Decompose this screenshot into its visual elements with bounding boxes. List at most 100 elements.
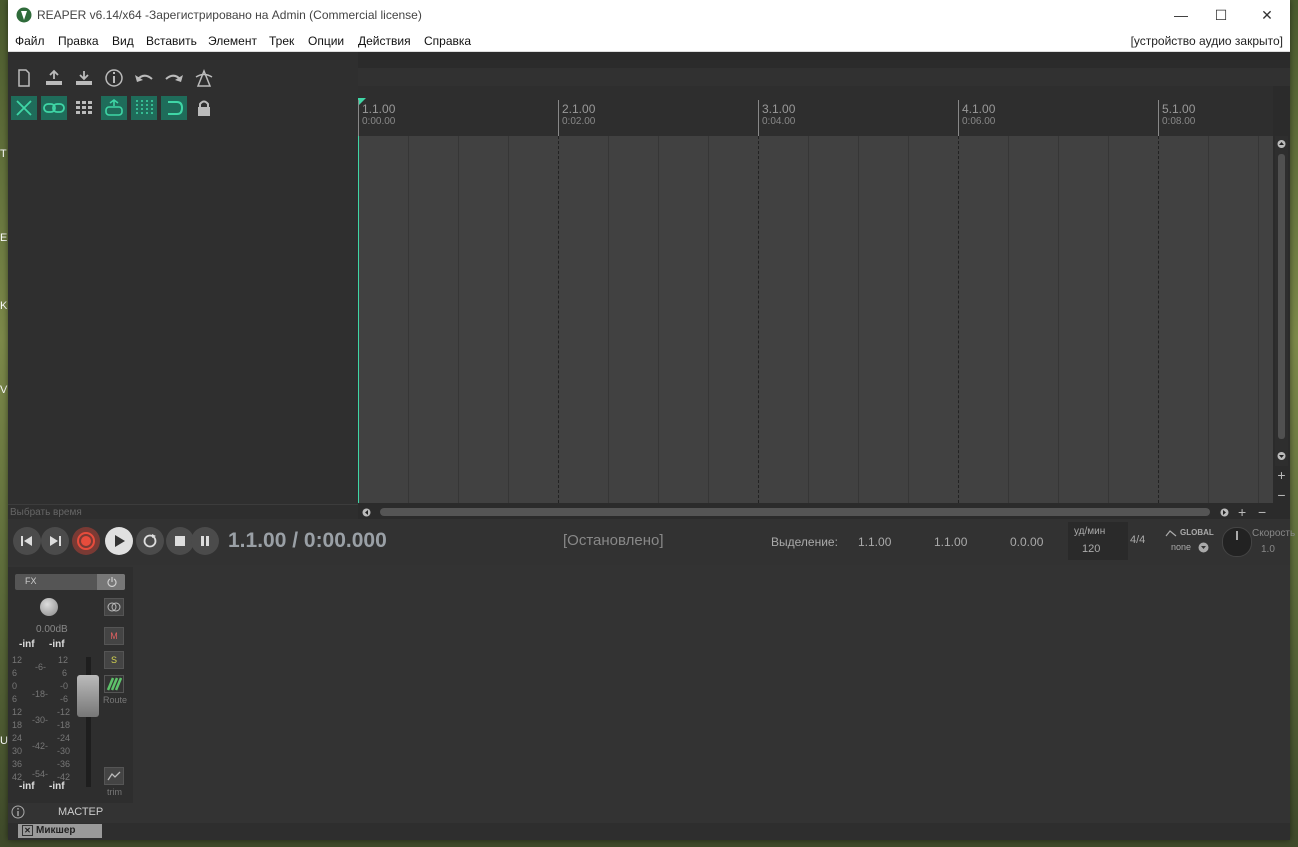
dropdown-icon[interactable] [1198, 542, 1209, 553]
scale-tick: -30- [32, 715, 49, 725]
go-to-start-button[interactable] [13, 527, 41, 555]
zoom-out-vertical-icon[interactable]: − [1275, 488, 1288, 502]
track-control-panel[interactable]: Выбрать время [8, 52, 362, 518]
grid-icon[interactable] [71, 96, 97, 120]
solo-button[interactable]: S [104, 651, 124, 669]
grid-line [1208, 136, 1209, 503]
position-display[interactable]: 1.1.00 / 0:00.000 [228, 529, 387, 553]
pause-button[interactable] [191, 527, 219, 555]
region-lane[interactable] [358, 68, 1290, 86]
close-docker-icon[interactable]: ✕ [22, 825, 33, 836]
zoom-in-horizontal-icon[interactable]: + [1238, 505, 1246, 519]
master-label-row: МАСТЕР [8, 803, 133, 821]
route-label: Route [103, 695, 128, 705]
tempo-box[interactable]: уд/мин 120 [1068, 522, 1128, 560]
volume-fader[interactable] [77, 675, 99, 717]
grid-line [458, 136, 459, 503]
menu-file[interactable]: Файл [15, 34, 45, 48]
grouping-icon[interactable] [41, 96, 67, 120]
vertical-scroll-thumb[interactable] [1278, 154, 1285, 439]
save-project-icon[interactable] [71, 66, 97, 90]
item-snap-icon[interactable] [101, 96, 127, 120]
repeat-button[interactable] [136, 527, 164, 555]
peak-left-top: -inf [19, 639, 35, 650]
project-settings-icon[interactable] [101, 66, 127, 90]
play-state: [Остановлено] [563, 532, 664, 549]
play-button[interactable] [105, 527, 133, 555]
scale-tick: -36 [57, 759, 71, 769]
stop-icon [175, 536, 185, 546]
selection-length[interactable]: 0.0.00 [1010, 535, 1043, 549]
scroll-down-icon[interactable] [1277, 452, 1286, 460]
ruler-bar-label: 4.1.00 [962, 102, 996, 116]
audio-device-status[interactable]: [устройство аудио закрыто] [1131, 34, 1283, 48]
scale-tick: 36 [12, 759, 23, 769]
bpm-value[interactable]: 120 [1082, 543, 1100, 555]
stop-button[interactable] [166, 527, 194, 555]
envelope-icon [1165, 530, 1177, 537]
arrange-view[interactable]: 1.1.00 0:00.00 2.1.00 0:02.00 3.1.00 0:0… [358, 52, 1290, 519]
undo-icon[interactable] [131, 66, 157, 90]
go-to-end-button[interactable] [41, 527, 69, 555]
fx-button[interactable]: FX [15, 574, 125, 590]
trim-button[interactable] [104, 767, 124, 785]
fx-bypass-button[interactable] [97, 574, 125, 590]
ripple-edit-icon[interactable] [11, 96, 37, 120]
global-automation-mode[interactable]: none [1171, 542, 1191, 552]
menu-insert[interactable]: Вставить [146, 34, 197, 48]
title-bar: REAPER v6.14/x64 -Зарегистрировано на Ad… [8, 0, 1290, 30]
grid-line [708, 136, 709, 503]
horizontal-scroll-thumb[interactable] [380, 508, 1210, 516]
horizontal-scrollbar[interactable]: + − [358, 505, 1290, 519]
metronome-icon[interactable] [191, 66, 217, 90]
scroll-up-icon[interactable] [1277, 140, 1286, 148]
ruler-time-label: 0:06.00 [962, 116, 996, 127]
menu-options[interactable]: Опции [308, 34, 344, 48]
time-signature[interactable]: 4/4 [1130, 534, 1145, 546]
zoom-in-vertical-icon[interactable]: + [1275, 468, 1288, 482]
ruler-time-label: 0:02.00 [562, 116, 596, 127]
scroll-left-icon[interactable] [362, 508, 371, 517]
playrate-value[interactable]: 1.0 [1261, 544, 1275, 555]
scroll-right-icon[interactable] [1220, 508, 1229, 517]
grid-line [408, 136, 409, 503]
mixer-tab-label: Микшер [36, 825, 76, 836]
redo-icon[interactable] [161, 66, 187, 90]
pause-icon [201, 536, 209, 546]
edit-cursor [358, 136, 359, 503]
track-area[interactable] [358, 136, 1273, 503]
grid-line [758, 136, 759, 503]
mute-button[interactable]: M [104, 627, 124, 645]
close-button[interactable]: ✕ [1244, 0, 1290, 30]
scale-tick: -18- [32, 689, 49, 699]
selection-start[interactable]: 1.1.00 [858, 535, 891, 549]
record-button[interactable] [72, 527, 100, 555]
menu-item[interactable]: Элемент [208, 34, 257, 48]
menu-view[interactable]: Вид [112, 34, 134, 48]
menu-track[interactable]: Трек [269, 34, 294, 48]
snap-icon[interactable] [131, 96, 157, 120]
menu-actions[interactable]: Действия [358, 34, 411, 48]
maximize-button[interactable]: ☐ [1198, 0, 1244, 30]
master-channel-strip: FX 0.00dB -inf -inf 12 6 0 6 12 18 24 30… [8, 567, 133, 803]
mixer-tab[interactable]: ✕ Микшер [18, 824, 102, 838]
lock-icon[interactable] [191, 96, 217, 120]
timeline-ruler[interactable]: 1.1.00 0:00.00 2.1.00 0:02.00 3.1.00 0:0… [358, 86, 1273, 136]
pan-knob[interactable] [40, 598, 58, 616]
loop-icon[interactable] [161, 96, 187, 120]
info-icon[interactable] [11, 805, 25, 819]
zoom-out-horizontal-icon[interactable]: − [1258, 505, 1266, 519]
menu-help[interactable]: Справка [424, 34, 471, 48]
route-button[interactable] [104, 675, 124, 693]
scale-tick: -6- [35, 662, 46, 672]
phase-button[interactable] [104, 598, 124, 616]
desktop-fragment: U [0, 735, 8, 747]
selection-end[interactable]: 1.1.00 [934, 535, 967, 549]
menu-edit[interactable]: Правка [58, 34, 99, 48]
vertical-scrollbar[interactable] [1275, 136, 1288, 466]
master-volume-db[interactable]: 0.00dB [36, 624, 68, 635]
new-project-icon[interactable] [11, 66, 37, 90]
ruler-bar-label: 1.1.00 [362, 102, 396, 116]
playrate-knob[interactable] [1222, 527, 1252, 557]
open-project-icon[interactable] [41, 66, 67, 90]
